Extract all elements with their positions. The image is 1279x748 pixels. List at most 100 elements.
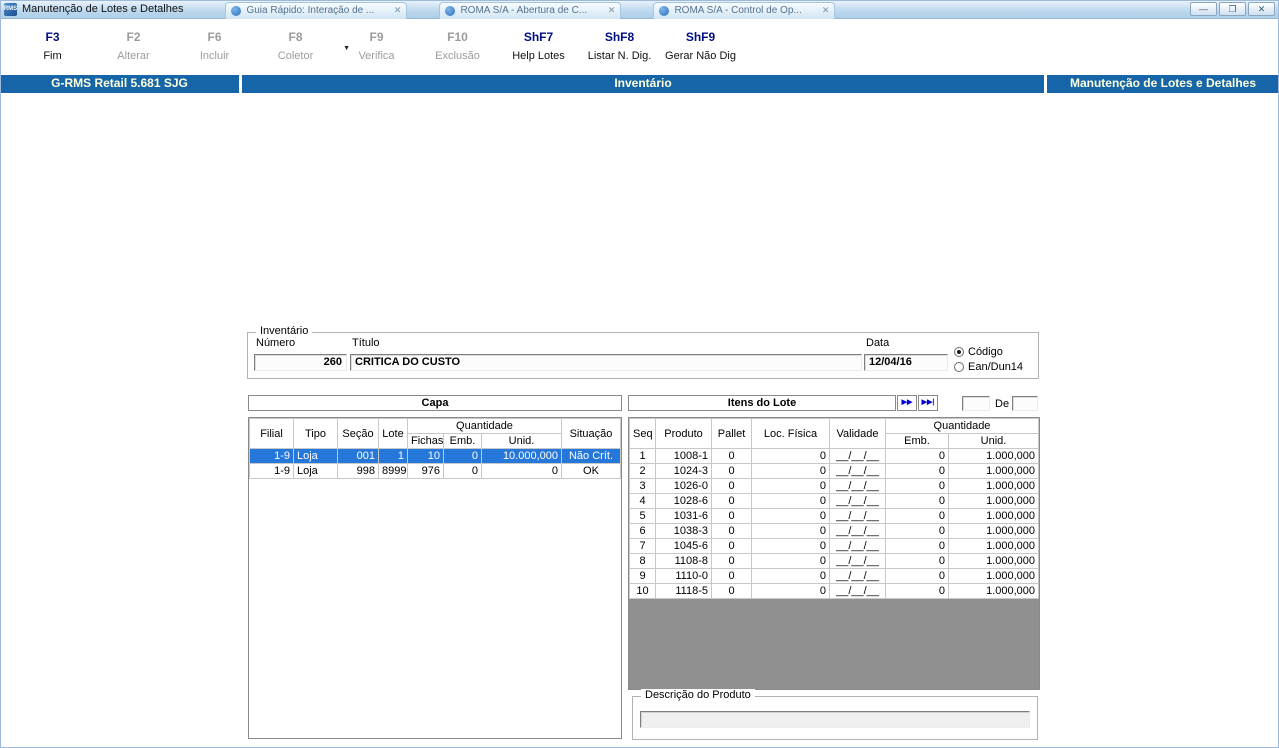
toolbar-button-shf8[interactable]: ShF8 Listar N. Dig.	[579, 30, 660, 74]
capa-row[interactable]: 1-9 Loja 001 1 10 0 10.000,000 Não Crít.	[249, 448, 621, 464]
itens-cell-seq[interactable]: 8	[629, 553, 656, 569]
itens-cell-validade[interactable]: __/__/__	[829, 568, 886, 584]
tab-close-icon[interactable]: ✕	[605, 5, 616, 16]
itens-cell-produto[interactable]: 1038-3	[655, 523, 712, 539]
itens-cell-seq[interactable]: 3	[629, 478, 656, 494]
itens-cell-produto[interactable]: 1024-3	[655, 463, 712, 479]
itens-row[interactable]: 1 1008-1 0 0 __/__/__ 0 1.000,000	[629, 448, 1039, 464]
capa-cell-lote[interactable]: 8999	[378, 463, 408, 479]
itens-cell-pallet[interactable]: 0	[711, 553, 752, 569]
itens-cell-unid[interactable]: 1.000,000	[948, 523, 1039, 539]
titlebar-tab[interactable]: Guia Rápido: Interação de ... ✕	[225, 1, 408, 19]
toolbar-button-f10[interactable]: F10 Exclusão	[417, 30, 498, 74]
descricao-field[interactable]	[640, 711, 1030, 728]
last-page-button[interactable]: ▶▶|	[918, 395, 938, 411]
itens-cell-produto[interactable]: 1110-0	[655, 568, 712, 584]
itens-row[interactable]: 8 1108-8 0 0 __/__/__ 0 1.000,000	[629, 553, 1039, 569]
itens-cell-validade[interactable]: __/__/__	[829, 583, 886, 599]
capa-cell-emb[interactable]: 0	[443, 448, 482, 464]
itens-row[interactable]: 3 1026-0 0 0 __/__/__ 0 1.000,000	[629, 478, 1039, 494]
itens-cell-produto[interactable]: 1118-5	[655, 583, 712, 599]
toolbar-button-shf7[interactable]: ShF7 Help Lotes	[498, 30, 579, 74]
itens-cell-seq[interactable]: 9	[629, 568, 656, 584]
itens-cell-loc[interactable]: 0	[751, 568, 830, 584]
itens-cell-loc[interactable]: 0	[751, 583, 830, 599]
capa-cell-secao[interactable]: 001	[337, 448, 379, 464]
capa-cell-unid[interactable]: 0	[481, 463, 562, 479]
toolbar-button-f6[interactable]: F6 Incluir	[174, 30, 255, 74]
capa-cell-lote[interactable]: 1	[378, 448, 408, 464]
capa-cell-tipo[interactable]: Loja	[293, 448, 338, 464]
range-from-field[interactable]	[962, 396, 990, 411]
next-page-button[interactable]: ▶▶	[897, 395, 917, 411]
itens-cell-emb[interactable]: 0	[885, 523, 949, 539]
numero-field[interactable]: 260	[254, 354, 347, 371]
itens-cell-unid[interactable]: 1.000,000	[948, 508, 1039, 524]
itens-cell-emb[interactable]: 0	[885, 448, 949, 464]
itens-cell-unid[interactable]: 1.000,000	[948, 493, 1039, 509]
itens-row[interactable]: 5 1031-6 0 0 __/__/__ 0 1.000,000	[629, 508, 1039, 524]
itens-cell-seq[interactable]: 2	[629, 463, 656, 479]
radio-codigo[interactable]: Código	[954, 346, 1003, 358]
itens-cell-pallet[interactable]: 0	[711, 463, 752, 479]
itens-cell-unid[interactable]: 1.000,000	[948, 538, 1039, 554]
itens-cell-validade[interactable]: __/__/__	[829, 463, 886, 479]
itens-cell-unid[interactable]: 1.000,000	[948, 568, 1039, 584]
itens-cell-seq[interactable]: 7	[629, 538, 656, 554]
itens-cell-validade[interactable]: __/__/__	[829, 493, 886, 509]
itens-cell-validade[interactable]: __/__/__	[829, 538, 886, 554]
toolbar-button-f8[interactable]: F8 Coletor ▼	[255, 30, 350, 74]
itens-cell-loc[interactable]: 0	[751, 523, 830, 539]
itens-cell-loc[interactable]: 0	[751, 508, 830, 524]
tab-close-icon[interactable]: ✕	[819, 5, 830, 16]
capa-cell-secao[interactable]: 998	[337, 463, 379, 479]
itens-cell-pallet[interactable]: 0	[711, 583, 752, 599]
itens-row[interactable]: 9 1110-0 0 0 __/__/__ 0 1.000,000	[629, 568, 1039, 584]
itens-cell-seq[interactable]: 4	[629, 493, 656, 509]
itens-row[interactable]: 10 1118-5 0 0 __/__/__ 0 1.000,000	[629, 583, 1039, 599]
itens-cell-pallet[interactable]: 0	[711, 538, 752, 554]
capa-cell-filial[interactable]: 1-9	[249, 463, 294, 479]
itens-cell-validade[interactable]: __/__/__	[829, 553, 886, 569]
capa-cell-situacao[interactable]: Não Crít.	[561, 448, 621, 464]
itens-cell-pallet[interactable]: 0	[711, 508, 752, 524]
itens-cell-emb[interactable]: 0	[885, 583, 949, 599]
itens-cell-emb[interactable]: 0	[885, 508, 949, 524]
itens-cell-seq[interactable]: 6	[629, 523, 656, 539]
itens-cell-produto[interactable]: 1026-0	[655, 478, 712, 494]
itens-cell-loc[interactable]: 0	[751, 463, 830, 479]
itens-cell-unid[interactable]: 1.000,000	[948, 463, 1039, 479]
capa-cell-fichas[interactable]: 976	[407, 463, 444, 479]
itens-cell-emb[interactable]: 0	[885, 463, 949, 479]
itens-cell-produto[interactable]: 1108-8	[655, 553, 712, 569]
itens-cell-pallet[interactable]: 0	[711, 478, 752, 494]
itens-cell-produto[interactable]: 1045-6	[655, 538, 712, 554]
capa-cell-emb[interactable]: 0	[443, 463, 482, 479]
itens-cell-emb[interactable]: 0	[885, 568, 949, 584]
itens-cell-produto[interactable]: 1008-1	[655, 448, 712, 464]
restore-button[interactable]: ❐	[1219, 2, 1246, 16]
itens-cell-produto[interactable]: 1031-6	[655, 508, 712, 524]
itens-cell-loc[interactable]: 0	[751, 478, 830, 494]
itens-cell-loc[interactable]: 0	[751, 448, 830, 464]
itens-cell-emb[interactable]: 0	[885, 538, 949, 554]
itens-row[interactable]: 6 1038-3 0 0 __/__/__ 0 1.000,000	[629, 523, 1039, 539]
range-to-field[interactable]	[1012, 396, 1038, 411]
itens-cell-emb[interactable]: 0	[885, 553, 949, 569]
itens-cell-pallet[interactable]: 0	[711, 523, 752, 539]
capa-cell-situacao[interactable]: OK	[561, 463, 621, 479]
itens-cell-pallet[interactable]: 0	[711, 448, 752, 464]
minimize-button[interactable]: —	[1190, 2, 1217, 16]
itens-row[interactable]: 4 1028-6 0 0 __/__/__ 0 1.000,000	[629, 493, 1039, 509]
itens-cell-validade[interactable]: __/__/__	[829, 478, 886, 494]
itens-cell-pallet[interactable]: 0	[711, 493, 752, 509]
radio-ean-dun14[interactable]: Ean/Dun14	[954, 361, 1023, 373]
close-button[interactable]: ✕	[1248, 2, 1275, 16]
capa-cell-tipo[interactable]: Loja	[293, 463, 338, 479]
itens-cell-validade[interactable]: __/__/__	[829, 523, 886, 539]
itens-cell-emb[interactable]: 0	[885, 478, 949, 494]
itens-cell-loc[interactable]: 0	[751, 553, 830, 569]
itens-cell-seq[interactable]: 5	[629, 508, 656, 524]
toolbar-button-shf9[interactable]: ShF9 Gerar Não Dig	[660, 30, 741, 74]
itens-cell-unid[interactable]: 1.000,000	[948, 583, 1039, 599]
